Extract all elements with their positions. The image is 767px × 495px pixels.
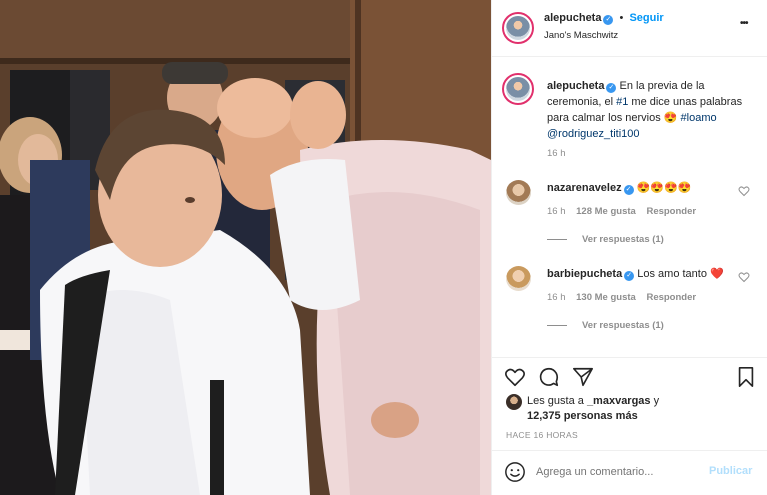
verified-badge-icon: ✓ bbox=[603, 15, 614, 25]
comment-like-heart-icon[interactable] bbox=[738, 185, 750, 197]
author-username[interactable]: alepucheta bbox=[544, 12, 601, 24]
likes-count[interactable]: 12,375 personas más bbox=[527, 410, 638, 422]
view-replies-button[interactable]: Ver respuestas (1) bbox=[547, 320, 664, 331]
post-timestamp[interactable]: HACE 16 HORAS bbox=[506, 430, 578, 440]
publish-button[interactable]: Publicar bbox=[709, 465, 752, 477]
view-replies-label: Ver respuestas (1) bbox=[582, 320, 664, 331]
smiley-icon[interactable] bbox=[504, 461, 526, 483]
comment-likes[interactable]: 130 Me gusta bbox=[576, 292, 636, 303]
comment-meta: 16 h 128 Me gusta Responder bbox=[547, 206, 696, 217]
verified-badge-icon: ✓ bbox=[624, 271, 635, 281]
more-options-icon[interactable]: ••• bbox=[740, 18, 748, 29]
post-caption: alepucheta ✓ En la previa de la ceremonia… bbox=[547, 78, 747, 142]
likes-suffix: y bbox=[650, 395, 660, 407]
comment-text: 😍😍😍😍 bbox=[636, 182, 692, 194]
hashtag-link-loamo[interactable]: #loamo bbox=[681, 112, 717, 124]
liker-avatar[interactable] bbox=[506, 394, 522, 410]
comment-likes[interactable]: 128 Me gusta bbox=[576, 206, 636, 217]
post-header: alepucheta ✓ • Seguir Jano's Maschwitz ••… bbox=[492, 0, 767, 57]
comment-time[interactable]: 16 h bbox=[547, 206, 566, 217]
replies-divider bbox=[547, 324, 567, 326]
separator-dot: • bbox=[619, 12, 624, 24]
comment-composer: Publicar bbox=[492, 450, 767, 495]
comment-like-heart-icon[interactable] bbox=[738, 271, 750, 283]
comment-text: Los amo tanto ❤️ bbox=[637, 268, 724, 280]
comment-username[interactable]: barbiepucheta bbox=[547, 268, 622, 280]
post-photo[interactable] bbox=[0, 0, 491, 495]
commenter-avatar[interactable] bbox=[506, 266, 531, 291]
follow-button[interactable]: Seguir bbox=[629, 12, 663, 24]
caption-username[interactable]: alepucheta bbox=[547, 80, 604, 92]
reply-button[interactable]: Responder bbox=[646, 206, 696, 217]
comment-time[interactable]: 16 h bbox=[547, 292, 566, 303]
comment-1: nazarenavelez ✓ 😍😍😍😍 bbox=[547, 181, 691, 195]
liker-username[interactable]: _maxvargas bbox=[587, 395, 651, 407]
replies-divider bbox=[547, 238, 567, 240]
post-side-panel: alepucheta ✓ • Seguir Jano's Maschwitz ••… bbox=[491, 0, 767, 495]
photo-illustration bbox=[0, 0, 491, 495]
comment-meta: 16 h 130 Me gusta Responder bbox=[547, 292, 696, 303]
bookmark-icon[interactable] bbox=[736, 366, 756, 388]
likes-prefix: Les gusta a bbox=[527, 395, 587, 407]
mention-link[interactable]: @rodriguez_titi100 bbox=[547, 128, 640, 140]
comment-2: barbiepucheta ✓ Los amo tanto ❤️ bbox=[547, 267, 724, 281]
caption-avatar[interactable] bbox=[502, 73, 534, 105]
caption-time[interactable]: 16 h bbox=[547, 148, 566, 159]
view-replies-button[interactable]: Ver respuestas (1) bbox=[547, 234, 664, 245]
verified-badge-icon: ✓ bbox=[606, 83, 617, 93]
comment-icon[interactable] bbox=[538, 366, 560, 388]
hashtag-link-1[interactable]: #1 bbox=[616, 96, 628, 108]
instagram-post: alepucheta ✓ • Seguir Jano's Maschwitz ••… bbox=[0, 0, 767, 495]
author-avatar[interactable] bbox=[502, 12, 534, 44]
view-replies-label: Ver respuestas (1) bbox=[582, 234, 664, 245]
paper-plane-icon[interactable] bbox=[572, 366, 594, 388]
commenter-avatar[interactable] bbox=[506, 180, 531, 205]
reply-button[interactable]: Responder bbox=[646, 292, 696, 303]
author-row: alepucheta ✓ • Seguir bbox=[544, 12, 664, 25]
likes-summary: Les gusta a _maxvargas y 12,375 personas… bbox=[527, 394, 659, 424]
comment-input[interactable] bbox=[536, 463, 701, 481]
comment-username[interactable]: nazarenavelez bbox=[547, 182, 622, 194]
heart-icon[interactable] bbox=[504, 366, 526, 388]
post-location[interactable]: Jano's Maschwitz bbox=[544, 30, 618, 41]
verified-badge-icon: ✓ bbox=[623, 185, 634, 195]
